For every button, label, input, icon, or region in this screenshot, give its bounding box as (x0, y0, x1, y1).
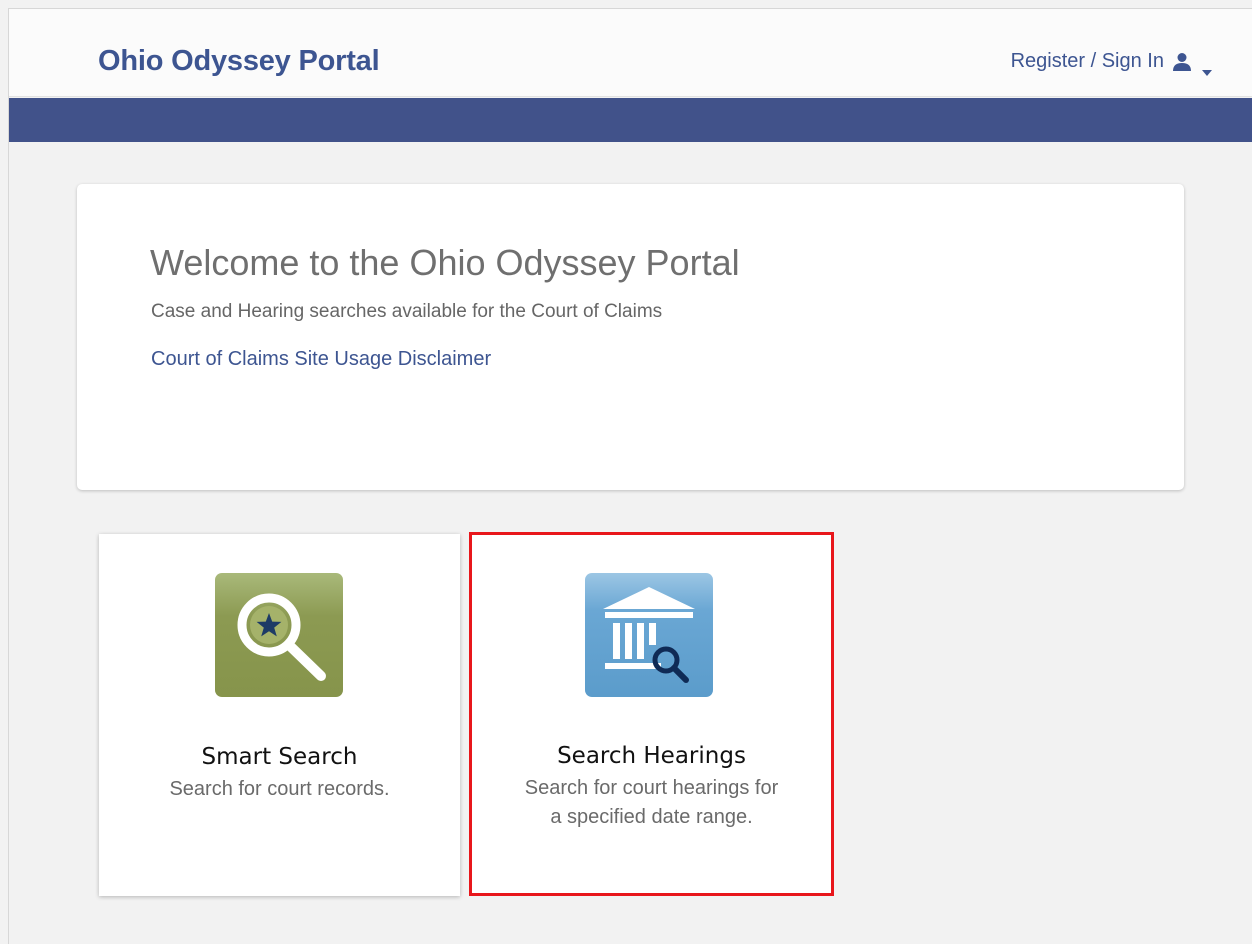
magnifier-star-icon (215, 573, 343, 697)
search-hearings-tile[interactable]: Search Hearings Search for court hearing… (469, 532, 834, 896)
search-hearings-description: Search for court hearings for a specifie… (524, 777, 779, 828)
smart-search-description: Search for court records. (169, 778, 390, 800)
page-frame: Ohio Odyssey Portal Register / Sign In W… (8, 8, 1252, 944)
nav-bar (9, 98, 1252, 142)
smart-search-tile[interactable]: Smart Search Search for court records. (99, 534, 460, 896)
courthouse-search-icon (585, 573, 713, 697)
smart-search-title: Smart Search (201, 744, 358, 770)
header: Ohio Odyssey Portal Register / Sign In (9, 9, 1252, 97)
brand-link[interactable]: Ohio Odyssey Portal (98, 45, 380, 78)
register-sign-in-menu[interactable]: Register / Sign In (1010, 50, 1212, 76)
welcome-subtitle: Case and Hearing searches available for … (151, 301, 663, 322)
welcome-title: Welcome to the Ohio Odyssey Portal (150, 242, 740, 283)
search-hearings-title: Search Hearings (557, 743, 746, 769)
user-icon (1172, 52, 1192, 72)
register-sign-in-label: Register / Sign In (1010, 50, 1164, 72)
caret-down-icon (1202, 59, 1212, 76)
disclaimer-link[interactable]: Court of Claims Site Usage Disclaimer (151, 348, 491, 371)
welcome-panel: Welcome to the Ohio Odyssey Portal Case … (77, 184, 1184, 490)
